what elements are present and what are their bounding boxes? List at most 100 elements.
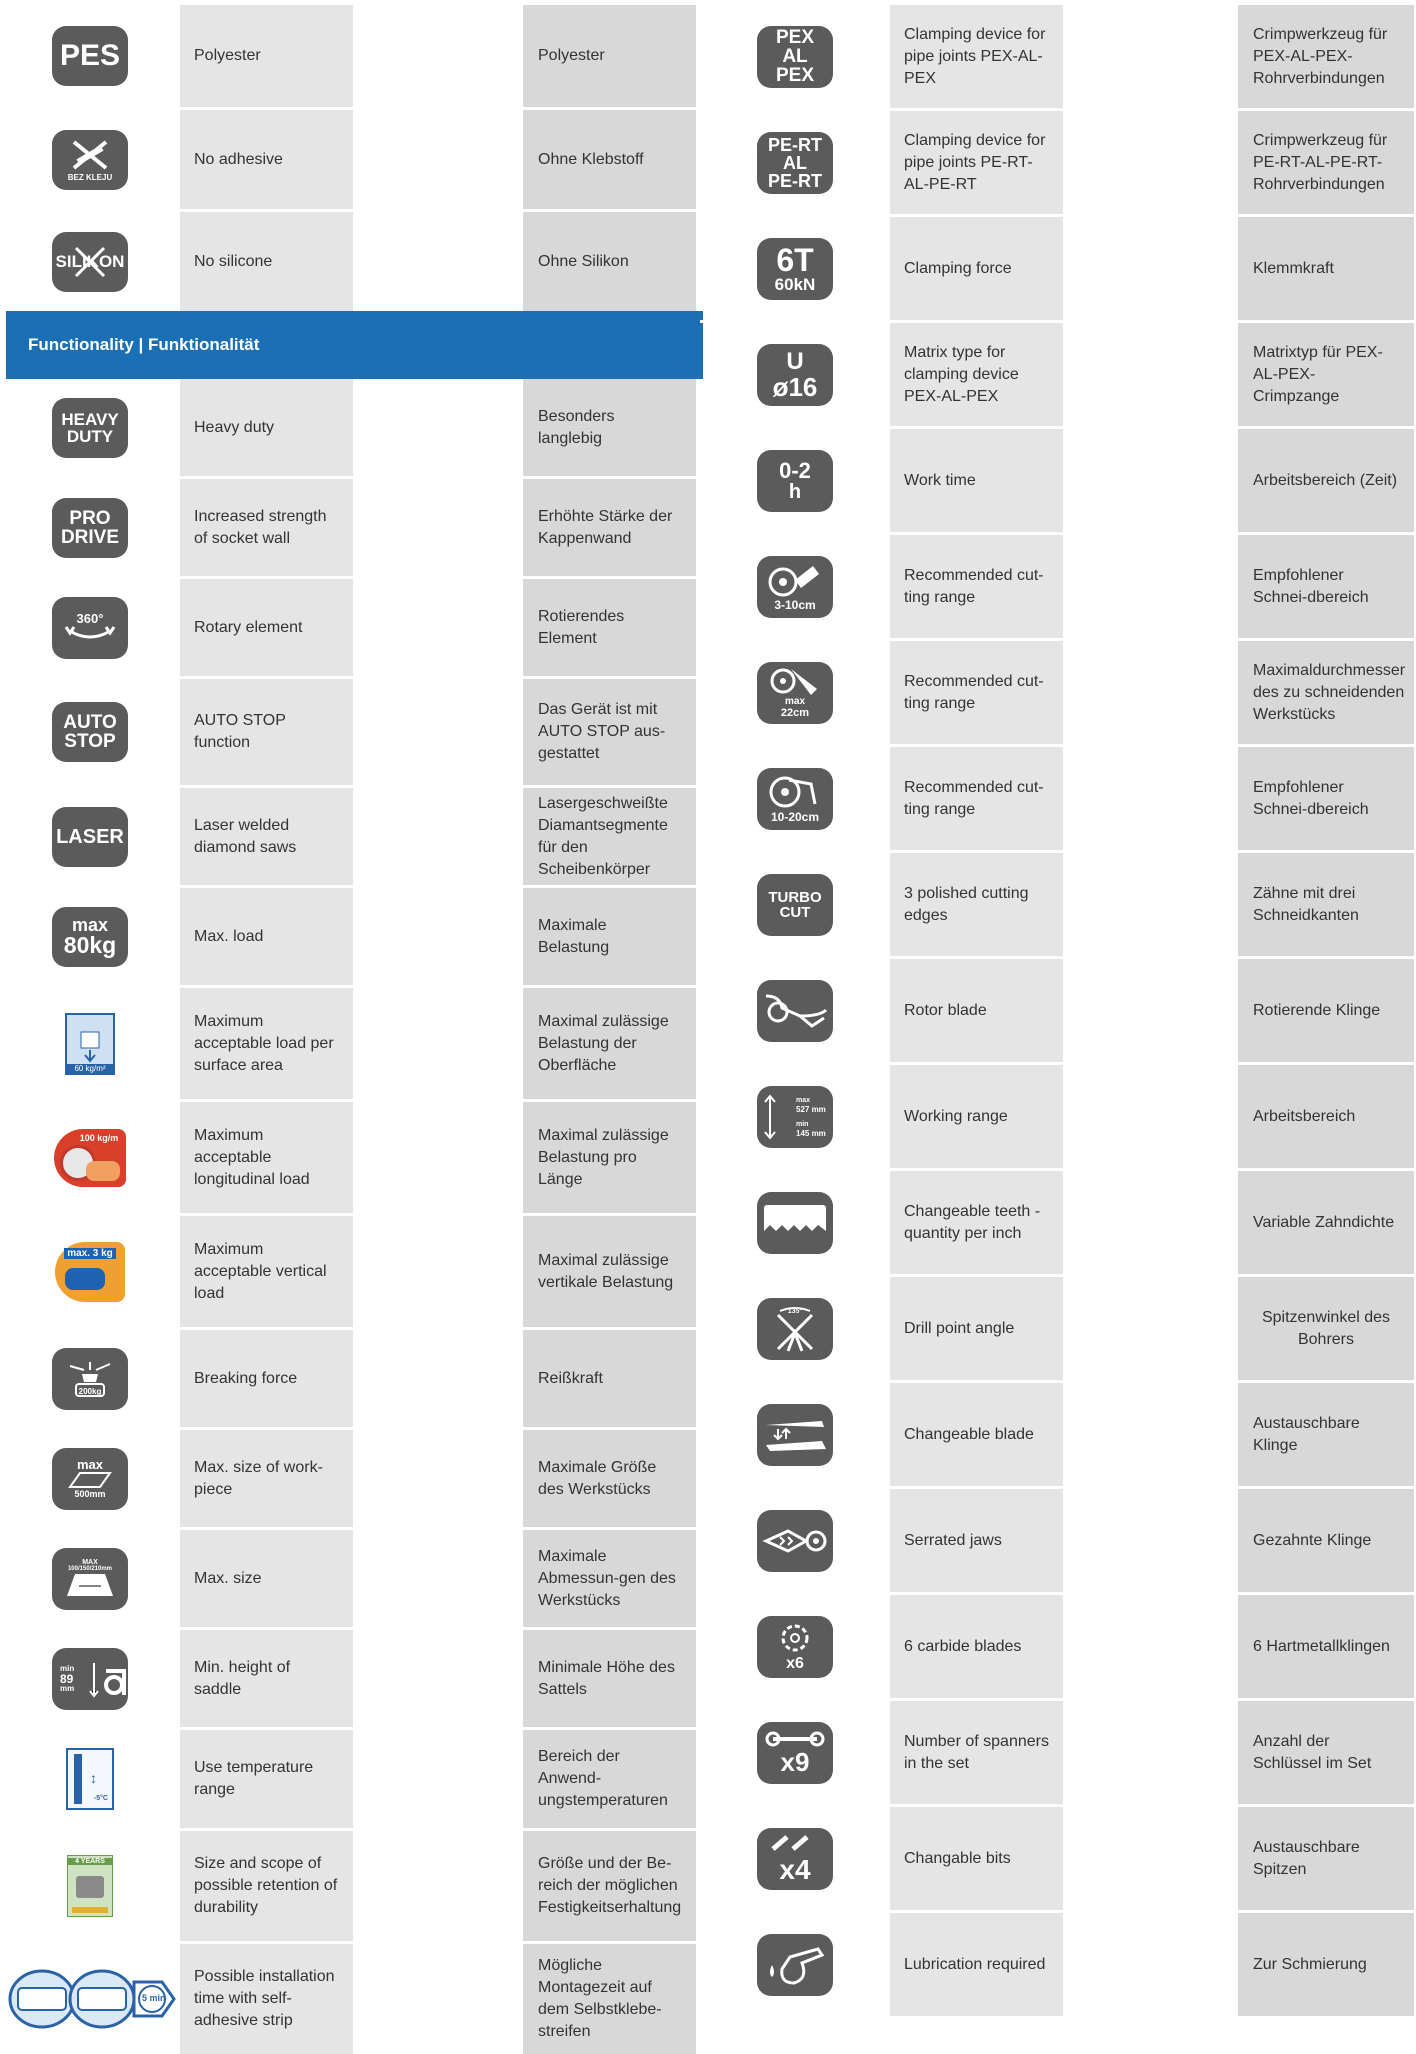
- label-en: 6 carbide blades: [890, 1595, 1063, 1698]
- temperature-range-icon: ↕ -5°C: [66, 1748, 114, 1810]
- serrated-jaws-icon: [757, 1509, 833, 1572]
- list-item: HEAVY DUTY Heavy duty Besonders langlebig: [0, 379, 700, 476]
- list-item: AUTO STOP AUTO STOP function Das Gerät ist …: [0, 676, 700, 785]
- label-en: Maximum acceptable vertical load: [180, 1216, 353, 1327]
- label-en: Max. size of work-piece: [180, 1430, 353, 1527]
- label-de: Arbeitsbereich: [1238, 1065, 1414, 1168]
- cutting-range-3-10-icon: 3-10cm: [757, 555, 833, 618]
- spanners-icon: x9: [757, 1721, 833, 1784]
- list-item: max 80kg Max. load Maximale Belastung: [0, 885, 700, 985]
- label-de: Minimale Höhe des Sattels: [523, 1630, 696, 1727]
- label-de: Crimpwerkzeug für PEX-AL-PEX-Rohrverbind…: [1238, 5, 1414, 108]
- label-en: Working range: [890, 1065, 1063, 1168]
- list-item: 135° Drill point angle Spitzenwinkel des B…: [700, 1274, 1416, 1380]
- max-size-icon: MAX 100/150/210mm: [52, 1547, 128, 1610]
- label-de: 6 Hartmetallklingen: [1238, 1595, 1414, 1698]
- label-en: Clamping device for pipe joints PE-RT-AL…: [890, 111, 1063, 214]
- label-de: Mögliche Montagezeit auf dem Selbstklebe…: [523, 1944, 696, 2054]
- label-en: 3 polished cutting edges: [890, 853, 1063, 956]
- label-en: Size and scope of possible retention of …: [180, 1831, 353, 1941]
- no-adhesive-icon: BEZ KLEJU: [52, 129, 128, 190]
- label-en: Min. height of saddle: [180, 1630, 353, 1727]
- max-workpiece-icon: max 500mm: [52, 1447, 128, 1510]
- drill-point-angle-icon: 135°: [757, 1297, 833, 1360]
- label-en: Recommended cut-ting range: [890, 535, 1063, 638]
- list-item: PES Polyester Polyester: [0, 5, 700, 107]
- list-item: max 527 mm min 145 mm Working range Arbeitsbe…: [700, 1062, 1416, 1168]
- auto-stop-icon: AUTO STOP: [52, 702, 128, 762]
- vertical-load-icon: max. 3 kg: [55, 1241, 125, 1302]
- label-de: Maximale Abmessun-gen des Werkstücks: [523, 1530, 696, 1627]
- label-de: Variable Zahndichte: [1238, 1171, 1414, 1274]
- list-item: min 89 mm Min. height of saddle Minimale Höh…: [0, 1627, 700, 1727]
- list-item: 10-20cm Recommended cut-ting range Empfohl…: [700, 744, 1416, 850]
- label-en: Lubrication required: [890, 1913, 1063, 2016]
- label-de: Maximal zulässige Belastung der Oberfläc…: [523, 988, 696, 1099]
- section-header: Functionality | Funktionalität: [6, 311, 703, 379]
- label-en: Polyester: [180, 5, 353, 107]
- label-en: Possible installation time with self-adh…: [180, 1944, 353, 2054]
- list-item: 360° Rotary element Rotierendes Element: [0, 576, 700, 676]
- list-item: PRO DRIVE Increased strength of socket wal…: [0, 476, 700, 576]
- list-item: SILIKON No silicone Ohne Silikon: [0, 209, 700, 311]
- label-en: Rotary element: [180, 579, 353, 676]
- label-de: Klemmkraft: [1238, 217, 1414, 320]
- label-de: Rotierendes Element: [523, 579, 696, 676]
- label-de: Arbeitsbereich (Zeit): [1238, 429, 1414, 532]
- list-item: Changeable blade Austauschbare Klinge: [700, 1380, 1416, 1486]
- list-item: ↕ -5°C Use temperature range Bereich der An…: [0, 1727, 700, 1828]
- list-item: 3-10cm Recommended cut-ting range Empfohle…: [700, 532, 1416, 638]
- label-de: Besonders langlebig: [523, 379, 696, 476]
- label-en: Number of spanners in the set: [890, 1701, 1063, 1804]
- label-en: Max. load: [180, 888, 353, 985]
- label-de: Größe und der Be-reich der möglichen Fes…: [523, 1831, 696, 1941]
- changeable-blade-icon: [757, 1403, 833, 1466]
- label-de: Das Gerät ist mit AUTO STOP aus-gestatte…: [523, 679, 696, 785]
- saddle-height-icon: min 89 mm: [52, 1647, 128, 1710]
- list-item: max 500mm Max. size of work-piece Maximale …: [0, 1427, 700, 1527]
- svg-text:max: max: [796, 1097, 810, 1104]
- label-de: Austauschbare Klinge: [1238, 1383, 1414, 1486]
- label-en: Work time: [890, 429, 1063, 532]
- label-en: Maximum acceptable longitudinal load: [180, 1102, 353, 1213]
- label-de: Bereich der Anwend-ungstemperaturen: [523, 1730, 696, 1828]
- label-de: Zur Schmierung: [1238, 1913, 1414, 2016]
- svg-text:min: min: [796, 1121, 808, 1128]
- label-de: Crimpwerkzeug für PE-RT-AL-PE-RT-Rohrver…: [1238, 111, 1414, 214]
- svg-text:145 mm: 145 mm: [796, 1129, 826, 1138]
- pex-al-pex-icon: PEX AL PEX: [757, 25, 833, 88]
- label-en: Use temperature range: [180, 1730, 353, 1828]
- changeable-teeth-icon: [757, 1191, 833, 1254]
- installation-time-icon: 5 min: [2, 1964, 178, 2034]
- label-de: Polyester: [523, 5, 696, 107]
- list-item: Changeable teeth - quantity per inch Vari…: [700, 1168, 1416, 1274]
- list-item: x4 Changable bits Austauschbare Spitzen: [700, 1804, 1416, 1910]
- label-de: Maximaldurchmesser des zu schneidenden W…: [1238, 641, 1414, 744]
- changeable-bits-icon: x4: [757, 1827, 833, 1890]
- label-de: Austauschbare Spitzen: [1238, 1807, 1414, 1910]
- list-item: max. 3 kg Maximum acceptable vertical loa…: [0, 1213, 700, 1327]
- clamping-force-icon: 6T 60kN: [757, 237, 833, 300]
- label-de: Empfohlener Schnei-dbereich: [1238, 747, 1414, 850]
- list-item: 5 min Possible installation time with sel…: [0, 1941, 700, 2054]
- list-item: x9 Number of spanners in the set Anzahl de…: [700, 1698, 1416, 1804]
- list-item: 200kg Breaking force Reißkraft: [0, 1327, 700, 1427]
- label-de: Maximal zulässige vertikale Belastung: [523, 1216, 696, 1327]
- list-item: PE-RT AL PE-RT Clamping device for pipe joi…: [700, 108, 1416, 214]
- label-en: Clamping force: [890, 217, 1063, 320]
- pes-icon: PES: [52, 26, 128, 86]
- matrix-type-icon: Uø16: [757, 343, 833, 406]
- label-en: Breaking force: [180, 1330, 353, 1427]
- list-item: 100 kg/m Maximum acceptable longitudinal …: [0, 1099, 700, 1213]
- left-column: PES Polyester Polyester BEZ KLEJU No adh…: [0, 0, 703, 2054]
- label-de: Erhöhte Stärke der Kappenwand: [523, 479, 696, 576]
- label-en: Matrix type for clamping device PEX-AL-P…: [890, 323, 1063, 426]
- pe-rt-al-pe-rt-icon: PE-RT AL PE-RT: [757, 131, 833, 194]
- label-en: No silicone: [180, 212, 353, 311]
- label-en: Heavy duty: [180, 379, 353, 476]
- svg-text:527 mm: 527 mm: [796, 1105, 826, 1114]
- label-de: Lasergeschweißte Diamantsegmente für den…: [523, 788, 696, 885]
- right-column: PEX AL PEX Clamping device for pipe joints …: [700, 5, 1416, 2016]
- list-item: max 22cm Recommended cut-ting range Maximal…: [700, 638, 1416, 744]
- label-en: Laser welded diamond saws: [180, 788, 353, 885]
